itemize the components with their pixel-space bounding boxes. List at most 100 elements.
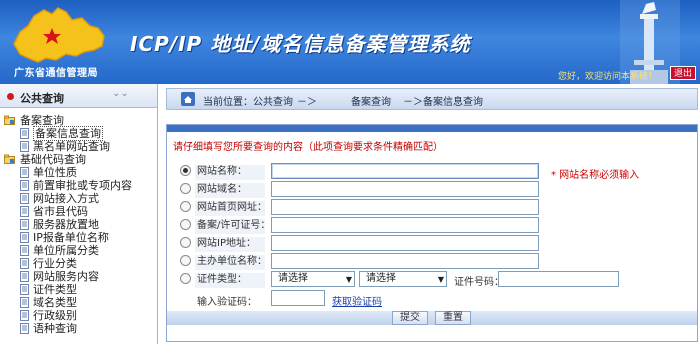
sidebar-item[interactable]: 前置审批或专项内容: [0, 179, 157, 192]
sidebar-item-label: 行业分类: [33, 257, 77, 270]
reset-button[interactable]: 重置: [435, 311, 471, 325]
radio-ip[interactable]: [180, 237, 191, 248]
get-captcha-link[interactable]: 获取验证码: [332, 293, 382, 308]
sidebar-item[interactable]: 行政级别: [0, 309, 157, 322]
radio-certificate[interactable]: [180, 273, 191, 284]
document-icon: [20, 310, 29, 321]
sidebar-item[interactable]: 单位性质: [0, 166, 157, 179]
document-icon: [20, 284, 29, 295]
main-content: 当前位置：公共查询 －＞ 备案查询 －＞ 备案信息查询 请仔细填写您所要查询的内…: [166, 84, 700, 344]
guangdong-map-icon: [13, 7, 105, 63]
radio-domain[interactable]: [180, 183, 191, 194]
field-row-verify: 输入验证码： 获取验证码: [167, 290, 697, 308]
menu-tree: 备案查询 备案信息查询 黑名单网站查询 基础代码查询 单位性质 前置审批或专项内容 网站接入…: [0, 108, 157, 335]
cert-type-select-2-value: 请选择: [366, 273, 396, 284]
cert-no-input[interactable]: [498, 271, 619, 287]
welcome-text: 您好，欢迎访问本系统！: [558, 72, 658, 82]
verify-code-input[interactable]: [271, 290, 325, 306]
sidebar-item[interactable]: 单位所属分类: [0, 244, 157, 257]
sidebar-item-label: 网站接入方式: [33, 192, 99, 205]
sidebar-item-label: 单位所属分类: [33, 244, 99, 257]
sidebar-item[interactable]: 省市县代码: [0, 205, 157, 218]
bullet-icon: [7, 93, 14, 100]
sidebar-item-label: 黑名单网站查询: [33, 140, 110, 153]
license-no-input[interactable]: [271, 217, 539, 233]
logout-button[interactable]: 退出: [670, 66, 696, 80]
label-cert-type: 证件类型：: [195, 273, 265, 288]
required-note: * 网站名称必须输入: [551, 170, 640, 181]
radio-site-name[interactable]: [180, 165, 191, 176]
label-license-no: 备案/许可证号：: [195, 219, 270, 234]
sidebar-item[interactable]: 证件类型: [0, 283, 157, 296]
organizer-input[interactable]: [271, 253, 539, 269]
ip-input[interactable]: [271, 235, 539, 251]
sidebar-item[interactable]: IP报备单位名称: [0, 231, 157, 244]
sidebar-item-label: 行政级别: [33, 309, 77, 322]
sidebar-item[interactable]: 网站接入方式: [0, 192, 157, 205]
cert-type-select-2[interactable]: 请选择 ▼: [359, 271, 447, 287]
sidebar-item[interactable]: 语种查询: [0, 322, 157, 335]
sidebar-item-label: 网站服务内容: [33, 270, 99, 283]
header-banner: 广东省通信管理局 ICP/IP 地址/域名信息备案管理系统 您好，欢迎访问本系统…: [0, 0, 700, 84]
org-name: 广东省通信管理局: [14, 68, 98, 79]
cert-type-select-1-value: 请选择: [278, 273, 308, 284]
sidebar-item[interactable]: 行业分类: [0, 257, 157, 270]
breadcrumb-separator: －＞: [403, 97, 423, 108]
document-icon: [20, 219, 29, 230]
label-homepage-url: 网站首页网址：: [195, 201, 267, 216]
document-icon: [20, 206, 29, 217]
document-icon: [20, 167, 29, 178]
breadcrumb-item-filing-info-query[interactable]: 备案信息查询: [423, 93, 483, 108]
cert-type-select-1[interactable]: 请选择 ▼: [271, 271, 355, 287]
sidebar-title: 公共查询: [20, 92, 64, 105]
sidebar-item[interactable]: 服务器放置地: [0, 218, 157, 231]
form-hint: 请仔细填写您所要查询的内容（此项查询要求条件精确匹配）: [173, 142, 443, 153]
breadcrumb-separator: －＞: [297, 97, 317, 108]
form-header-bar: [167, 125, 697, 132]
breadcrumb: 当前位置：公共查询 －＞ 备案查询 －＞ 备案信息查询: [166, 88, 698, 110]
field-row-ip: 网站IP地址：: [167, 235, 697, 253]
home-icon[interactable]: [181, 92, 195, 106]
document-icon: [20, 271, 29, 282]
submit-button[interactable]: 提交: [392, 311, 428, 325]
dropdown-arrow-icon: ▼: [437, 275, 444, 284]
label-organizer: 主办单位名称：: [195, 255, 267, 270]
domain-input[interactable]: [271, 181, 539, 197]
sidebar-item-label: 基础代码查询: [20, 153, 86, 166]
sidebar-item-label: IP报备单位名称: [33, 231, 109, 244]
label-domain: 网站域名：: [195, 183, 265, 198]
document-icon: [20, 180, 29, 191]
document-icon: [20, 245, 29, 256]
dropdown-arrow-icon: ▼: [345, 275, 352, 284]
document-icon: [20, 193, 29, 204]
button-bar: [167, 311, 697, 325]
collapse-chevron-icon[interactable]: ⌄⌄: [112, 88, 129, 99]
homepage-url-input[interactable]: [271, 199, 539, 215]
field-row-certificate: 证件类型： 请选择 ▼ 请选择 ▼ 证件号码：: [167, 271, 697, 289]
radio-license-no[interactable]: [180, 219, 191, 230]
document-icon: [20, 141, 29, 152]
breadcrumb-item-filing-query[interactable]: 备案查询: [351, 93, 391, 108]
sidebar-item[interactable]: 网站服务内容: [0, 270, 157, 283]
label-site-name: 网站名称：: [195, 165, 265, 180]
site-name-input[interactable]: [271, 163, 539, 179]
sidebar-item[interactable]: 基础代码查询: [0, 153, 157, 166]
sidebar-item-label: 前置审批或专项内容: [33, 179, 132, 192]
sidebar-item-label: 服务器放置地: [33, 218, 99, 231]
cert-no-label: 证件号码：: [454, 277, 504, 288]
radio-homepage-url[interactable]: [180, 201, 191, 212]
sidebar-item[interactable]: 备案信息查询: [0, 126, 157, 141]
sidebar-header[interactable]: 公共查询 ⌄⌄: [0, 84, 157, 108]
radio-organizer[interactable]: [180, 255, 191, 266]
folder-open-icon: [4, 115, 15, 125]
org-logo: 广东省通信管理局: [6, 4, 124, 79]
document-icon: [20, 297, 29, 308]
sidebar-item[interactable]: 域名类型: [0, 296, 157, 309]
document-icon: [20, 258, 29, 269]
sidebar-item[interactable]: 黑名单网站查询: [0, 140, 157, 153]
query-form: 请仔细填写您所要查询的内容（此项查询要求条件精确匹配） 网站名称： * 网站名称…: [166, 124, 698, 342]
sidebar-item-label: 备案信息查询: [33, 126, 103, 141]
document-icon: [20, 128, 29, 139]
field-row-organizer: 主办单位名称：: [167, 253, 697, 271]
verify-label: 输入验证码：: [197, 297, 257, 308]
